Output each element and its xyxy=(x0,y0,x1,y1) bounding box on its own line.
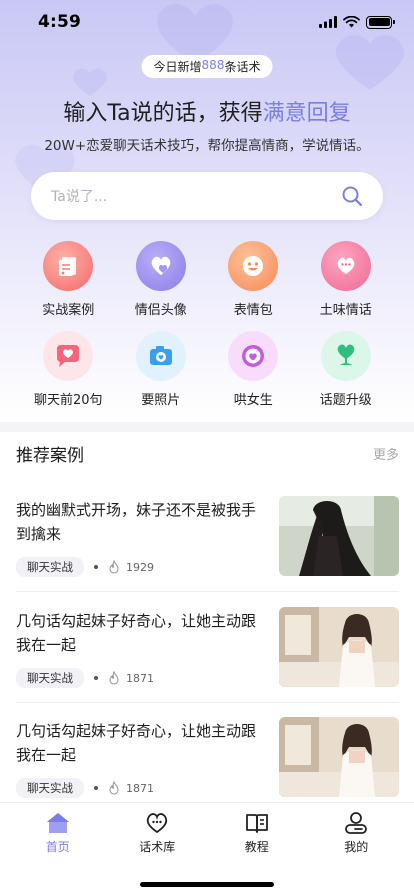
separator-dot xyxy=(94,786,98,790)
separator-dot xyxy=(94,676,98,680)
profile-icon xyxy=(345,812,368,834)
case-card-meta: 聊天实战 1871 xyxy=(16,668,154,688)
tab-profile[interactable]: 我的 xyxy=(307,803,407,855)
card-divider xyxy=(16,702,399,703)
status-time: 4:59 xyxy=(38,12,82,32)
case-card-meta: 聊天实战 1871 xyxy=(16,778,154,798)
case-thumbnail xyxy=(279,607,399,687)
flame-icon xyxy=(109,781,119,795)
camera-icon xyxy=(135,331,186,381)
recommended-section-header: 推荐案例 更多 xyxy=(16,441,399,466)
grid-item-cheesy-lines[interactable]: 土味情话 xyxy=(300,241,393,318)
grid-label: 要照片 xyxy=(141,393,181,408)
case-card-title: 我的幽默式开场，妹子还不是被我手到擒来 xyxy=(16,501,257,543)
heart-target-icon xyxy=(228,331,279,381)
heart-chat-icon xyxy=(43,331,94,381)
banner-prefix: 今日新增 xyxy=(153,60,202,74)
card-divider xyxy=(16,591,399,592)
case-icon xyxy=(43,241,94,291)
view-count: 1871 xyxy=(126,781,154,795)
case-card[interactable]: 我的幽默式开场，妹子还不是被我手到擒来 聊天实战 1929 xyxy=(16,496,399,592)
category-tag: 聊天实战 xyxy=(16,557,84,577)
category-tag: 聊天实战 xyxy=(16,668,84,688)
more-link[interactable]: 更多 xyxy=(373,444,399,463)
grid-item-case[interactable]: 实战案例 xyxy=(22,241,115,318)
grid-item-topic-upgrade[interactable]: 话题升级 xyxy=(300,331,393,408)
grid-label: 聊天前20句 xyxy=(33,393,103,408)
section-title: 推荐案例 xyxy=(16,446,84,466)
tab-label: 我的 xyxy=(344,840,369,854)
grid-item-coax-girl[interactable]: 哄女生 xyxy=(207,331,300,408)
headline-accent: 满意回复 xyxy=(262,101,351,126)
grid-label: 话题升级 xyxy=(319,393,372,408)
flame-icon xyxy=(109,671,119,685)
subheadline: 20W+恋爱聊天话术技巧，帮你提高情商，学说情话。 xyxy=(44,138,370,154)
grid-label: 土味情话 xyxy=(319,303,372,318)
chat-bubble-icon xyxy=(320,241,371,291)
banner-suffix: 条话术 xyxy=(224,60,261,74)
status-bar: 4:59 xyxy=(0,0,414,44)
feature-grid: 实战案例 情侣头像 表情包 土味情话 聊天前20句 要照片 哄女生 话题升级 xyxy=(22,241,392,408)
grid-label: 哄女生 xyxy=(233,393,273,408)
headline: 输入Ta说的话，获得满意回复 xyxy=(0,95,414,127)
case-card-title: 几句话勾起妹子好奇心，让她主动跟我在一起 xyxy=(16,612,257,654)
grid-item-couple-avatar[interactable]: 情侣头像 xyxy=(115,241,208,318)
tab-tutorial[interactable]: 教程 xyxy=(207,803,307,855)
case-card[interactable]: 几句话勾起妹子好奇心，让她主动跟我在一起 聊天实战 1871 xyxy=(16,607,399,703)
status-icons xyxy=(319,15,395,29)
case-thumbnail xyxy=(279,717,399,797)
tab-label: 首页 xyxy=(45,840,70,854)
banner-count: 888 xyxy=(201,58,225,72)
grid-label: 表情包 xyxy=(233,303,273,318)
grid-item-emoji[interactable]: 表情包 xyxy=(207,241,300,318)
view-count: 1929 xyxy=(126,560,154,574)
wifi-icon xyxy=(343,16,360,28)
search-bar[interactable]: Ta说了... xyxy=(31,172,383,220)
category-tag: 聊天实战 xyxy=(16,778,84,798)
grid-label: 情侣头像 xyxy=(134,303,187,318)
tab-bar: 首页 话术库 教程 我的 xyxy=(0,802,414,896)
grid-item-ask-photo[interactable]: 要照片 xyxy=(115,331,208,408)
case-card[interactable]: 几句话勾起妹子好奇心，让她主动跟我在一起 聊天实战 1871 xyxy=(16,717,399,813)
tab-label: 话术库 xyxy=(139,840,176,854)
couple-avatar-icon xyxy=(135,241,186,291)
flame-icon xyxy=(109,560,119,574)
tab-label: 教程 xyxy=(244,840,269,854)
search-icon[interactable] xyxy=(341,185,363,207)
case-card-title: 几句话勾起妹子好奇心，让她主动跟我在一起 xyxy=(16,722,257,764)
tab-home[interactable]: 首页 xyxy=(8,803,108,855)
home-indicator[interactable] xyxy=(140,882,274,887)
search-input[interactable]: Ta说了... xyxy=(51,186,107,206)
heart-chat-tab-icon xyxy=(147,813,168,834)
battery-icon xyxy=(366,15,395,29)
signal-icon xyxy=(319,16,337,28)
heart-decoration-icon xyxy=(72,68,108,96)
book-icon xyxy=(245,814,268,833)
case-card-meta: 聊天实战 1929 xyxy=(16,557,154,577)
plant-icon xyxy=(320,331,371,381)
headline-main: 输入Ta说的话，获得 xyxy=(63,101,263,126)
tab-scripts[interactable]: 话术库 xyxy=(108,803,208,855)
emoji-icon xyxy=(228,241,279,291)
separator-dot xyxy=(94,565,98,569)
section-divider xyxy=(0,422,414,432)
case-thumbnail xyxy=(279,496,399,576)
grid-label: 实战案例 xyxy=(42,303,95,318)
home-icon xyxy=(46,813,69,833)
grid-item-first-20-lines[interactable]: 聊天前20句 xyxy=(22,331,115,408)
view-count: 1871 xyxy=(126,671,154,685)
new-scripts-banner: 今日新增 888 条话术 xyxy=(141,55,273,78)
